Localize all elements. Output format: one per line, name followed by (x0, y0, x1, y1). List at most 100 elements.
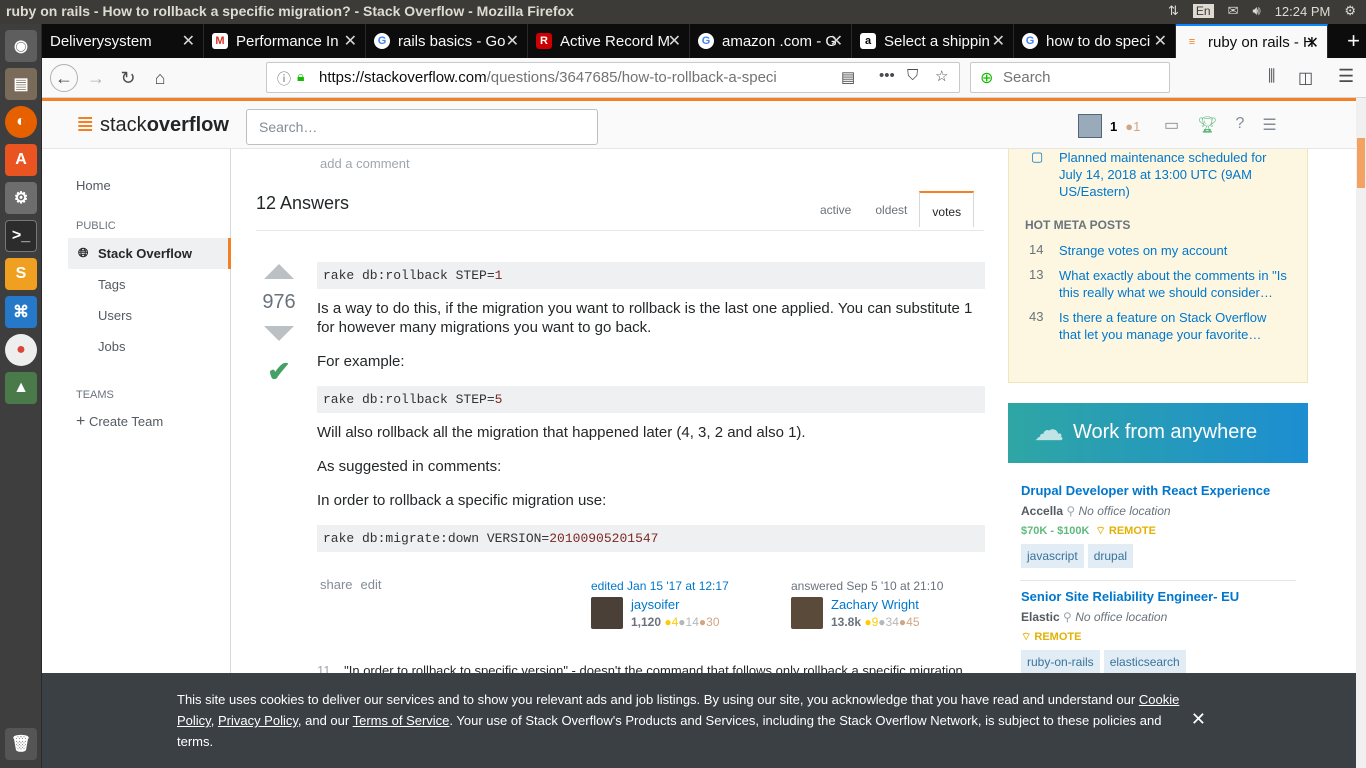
tab-deliverysystem[interactable]: Deliverysystem ✕ (42, 24, 204, 58)
firefox-icon[interactable]: ◐ (5, 106, 37, 138)
jobs-header[interactable]: ☁ Work from anywhere (1008, 403, 1308, 463)
avatar[interactable] (591, 597, 623, 629)
browser-search-input[interactable]: Search (970, 62, 1170, 93)
tab-rails-basics[interactable]: G rails basics - Go ✕ (366, 24, 528, 58)
tab-votes[interactable]: votes (919, 191, 975, 227)
tab-how-to-do[interactable]: G how to do speci ✕ (1014, 24, 1176, 58)
files-icon[interactable]: ▤ (5, 68, 37, 100)
network-icon[interactable]: ⇅ (1168, 3, 1179, 19)
job-title[interactable]: Drupal Developer with React Experience (1021, 483, 1296, 498)
edit-link[interactable]: edit (361, 577, 382, 592)
so-search-input[interactable]: Search… (246, 109, 598, 145)
tab-active-record[interactable]: R Active Record M ✕ (528, 24, 690, 58)
close-tab-icon[interactable]: ✕ (992, 31, 1005, 51)
meta-link[interactable]: Strange votes on my account (1059, 242, 1291, 259)
info-icon[interactable]: ⓘ (277, 69, 291, 89)
maintenance-link[interactable]: Planned maintenance scheduled for July 1… (1059, 149, 1291, 200)
close-tab-icon[interactable]: ✕ (668, 31, 681, 51)
nav-jobs[interactable]: Jobs (98, 339, 125, 354)
job-tag[interactable]: drupal (1087, 544, 1134, 568)
new-tab-button[interactable]: + (1347, 28, 1360, 54)
close-tab-icon[interactable]: ✕ (506, 31, 519, 51)
software-updater-icon[interactable]: ▲ (5, 372, 37, 404)
chrome-icon[interactable]: ● (5, 334, 37, 366)
tab-select-shipping[interactable]: a Select a shippin ✕ (852, 24, 1014, 58)
job-tag[interactable]: ruby-on-rails (1021, 650, 1100, 674)
tab-amazon[interactable]: G amazon .com - G ✕ (690, 24, 852, 58)
vscode-icon[interactable]: ⌘ (5, 296, 37, 328)
volume-icon[interactable]: 🔊︎ (1252, 3, 1260, 19)
nav-stack-overflow[interactable]: 🌐︎ Stack Overflow (68, 238, 231, 269)
avatar[interactable] (791, 597, 823, 629)
share-link[interactable]: share (320, 577, 353, 592)
sidebar-icon[interactable]: ◫ (1298, 68, 1313, 88)
nav-users[interactable]: Users (98, 308, 132, 323)
close-tab-icon[interactable]: ✕ (182, 31, 195, 51)
add-comment-link[interactable]: add a comment (320, 156, 410, 171)
page-actions-icon[interactable]: ••• (879, 67, 895, 84)
close-tab-icon[interactable]: ✕ (344, 31, 357, 51)
job-tag[interactable]: elasticsearch (1103, 650, 1186, 674)
achievements-trophy-icon[interactable]: 🏆︎ (1197, 115, 1217, 135)
pocket-icon[interactable]: ⛉ (907, 67, 918, 84)
tab-label: Deliverysystem (50, 32, 152, 50)
answerer-signature: answered Sep 5 '10 at 21:10 Zachary Wrig… (791, 579, 981, 629)
library-icon[interactable]: ⫼ (1268, 68, 1275, 86)
upvote-arrow-icon[interactable] (264, 264, 294, 279)
site-switcher-icon[interactable]: ☰ (1262, 115, 1276, 135)
meta-link[interactable]: What exactly about the comments in "Is t… (1059, 267, 1291, 301)
terminal-icon[interactable]: >_ (5, 220, 37, 252)
job-tag[interactable]: javascript (1021, 544, 1084, 568)
forward-button[interactable]: → (84, 66, 108, 90)
user-name[interactable]: jaysoifer (631, 597, 679, 612)
so-user-card[interactable]: 1 ●1 (1078, 114, 1140, 138)
close-tab-icon[interactable]: ✕ (1306, 33, 1319, 53)
rails-icon: R (536, 33, 552, 49)
meta-link[interactable]: Is there a feature on Stack Overflow tha… (1059, 309, 1291, 343)
close-tab-icon[interactable]: ✕ (1154, 31, 1167, 51)
nav-teams-heading: TEAMS (76, 389, 114, 401)
help-icon[interactable]: ? (1235, 115, 1244, 135)
page-scrollbar[interactable] (1356, 98, 1366, 768)
scrollbar-thumb[interactable] (1357, 138, 1365, 188)
tab-oldest[interactable]: oldest (863, 191, 919, 227)
code-text: rake db:rollback STEP= (323, 392, 495, 407)
job-title[interactable]: Senior Site Reliability Engineer- EU (1021, 589, 1296, 604)
ubuntu-launcher: ◉ ▤ ◐ A ⚙ >_ S ⌘ ● ▲ 🗑︎ (0, 24, 42, 768)
nav-create-team[interactable]: + Create Team (76, 413, 163, 431)
tab-ruby-on-rails[interactable]: ≡ ruby on rails - H ✕ (1176, 24, 1328, 58)
user-name[interactable]: Zachary Wright (831, 597, 919, 612)
tab-active[interactable]: active (808, 191, 863, 227)
job-listing: Drupal Developer with React Experience A… (1008, 463, 1308, 568)
close-tab-icon[interactable]: ✕ (830, 31, 843, 51)
trash-icon[interactable]: 🗑︎ (5, 728, 37, 760)
menu-icon[interactable]: ☰ (1338, 66, 1354, 87)
reload-button[interactable]: ↻ (116, 66, 140, 90)
reader-view-icon[interactable]: ▤ (841, 68, 855, 86)
close-icon[interactable]: ✕ (1191, 709, 1206, 730)
home-button[interactable]: ⌂ (148, 66, 172, 90)
privacy-policy-link[interactable]: Privacy Policy (218, 713, 298, 728)
nav-tags[interactable]: Tags (98, 277, 125, 292)
plus-icon: + (76, 413, 86, 430)
nav-home[interactable]: Home (76, 178, 111, 193)
url-text[interactable]: https://stackoverflow.com/questions/3647… (319, 69, 829, 86)
terms-of-service-link[interactable]: Terms of Service (353, 713, 450, 728)
edited-timestamp[interactable]: edited Jan 15 '17 at 12:17 (591, 579, 781, 593)
bookmark-star-icon[interactable]: ☆ (935, 67, 948, 85)
ubuntu-dash-icon[interactable]: ◉ (5, 30, 37, 62)
so-logo[interactable]: ≣ stackoverflow (76, 111, 229, 137)
sublime-text-icon[interactable]: S (5, 258, 37, 290)
user-reputation: 1,120 ●4●14●30 (631, 615, 720, 629)
system-settings-icon[interactable]: ⚙ (5, 182, 37, 214)
downvote-arrow-icon[interactable] (264, 326, 294, 341)
settings-gear-icon[interactable]: ⚙ (1344, 3, 1356, 19)
software-center-icon[interactable]: A (5, 144, 37, 176)
mail-icon[interactable]: ✉ (1228, 3, 1239, 19)
clock[interactable]: 12:24 PM (1275, 4, 1331, 19)
inbox-icon[interactable]: ▭ (1164, 115, 1179, 135)
keyboard-layout[interactable]: En (1192, 4, 1214, 18)
tab-performance[interactable]: M Performance In ✕ (204, 24, 366, 58)
back-button[interactable]: ← (50, 64, 78, 92)
url-bar[interactable]: ⓘ 🔒︎ https://stackoverflow.com/questions… (266, 62, 960, 93)
